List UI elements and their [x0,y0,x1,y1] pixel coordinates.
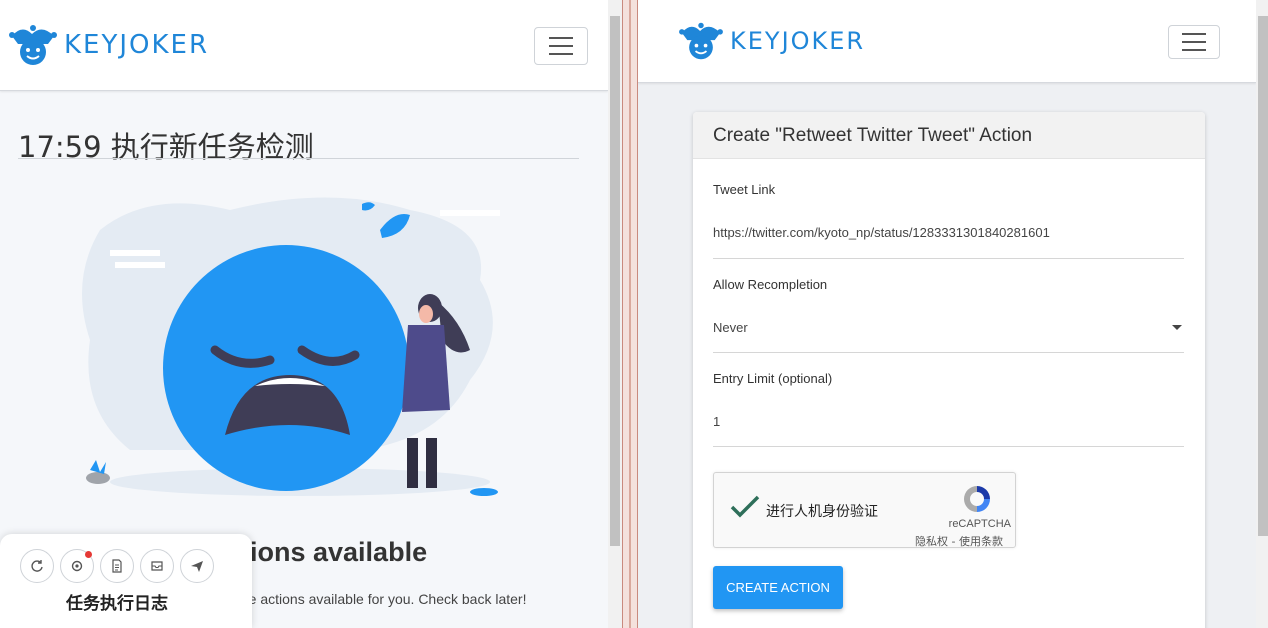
allow-recompletion-field[interactable]: Allow Recompletion Never [713,277,1184,355]
notification-dot [85,551,92,558]
left-browser-pane: KEYJOKER 17:59 执行新任务检测 ions available re [0,0,622,628]
tweet-link-field[interactable]: Tweet Link https://twitter.com/kyoto_np/… [713,182,1184,260]
right-scrollbar[interactable] [1256,0,1268,628]
inbox-icon[interactable] [140,549,174,583]
right-browser-pane: KEYJOKER Create "Retweet Twitter Tweet" … [638,0,1268,628]
keyjoker-logo[interactable]: KEYJOKER [678,20,865,62]
title-divider [18,158,579,159]
jester-icon [679,22,723,60]
keyjoker-logo[interactable]: KEYJOKER [8,22,209,68]
task-log-title: 任务执行日志 [66,594,168,614]
settings-icon[interactable] [60,549,94,583]
entry-limit-label: Entry Limit (optional) [713,371,833,386]
recaptcha-links[interactable]: 隐私权 - 使用条款 [915,533,1003,549]
brand-name: KEYJOKER [64,30,210,60]
task-log-panel: 任务执行日志 [0,534,252,628]
checkmark-icon[interactable] [730,495,760,519]
left-scrollbar[interactable] [608,0,622,628]
window-divider[interactable] [622,0,638,628]
allow-recompletion-label: Allow Recompletion [713,277,828,292]
hamburger-icon [549,37,573,39]
scrollbar-thumb[interactable] [610,16,620,546]
menu-toggle-button[interactable] [534,27,588,65]
entry-limit-field[interactable]: Entry Limit (optional) 1 [713,371,1184,449]
refresh-icon[interactable] [20,549,54,583]
scrollbar-thumb[interactable] [1258,16,1268,536]
chevron-down-icon[interactable] [1172,325,1182,330]
card-header: Create "Retweet Twitter Tweet" Action [693,112,1205,159]
allow-recompletion-select[interactable]: Never [713,320,748,335]
card-title: Create "Retweet Twitter Tweet" Action [713,125,1033,146]
jester-icon [9,25,57,65]
captcha-label: 进行人机身份验证 [766,504,878,520]
no-actions-message: re actions available for you. Check back… [244,591,527,607]
right-header: KEYJOKER [638,0,1256,83]
entry-limit-input[interactable]: 1 [713,414,720,429]
log-toolbar [20,549,214,583]
tweet-link-label: Tweet Link [713,182,776,197]
sad-emoji-illustration [82,197,500,496]
hamburger-icon [1182,33,1206,35]
tweet-link-input[interactable]: https://twitter.com/kyoto_np/status/1283… [713,225,1050,240]
left-header: KEYJOKER [0,0,608,91]
recaptcha-brand: reCAPTCHA [948,518,1011,530]
recaptcha-widget[interactable]: 进行人机身份验证 reCAPTCHA 隐私权 - 使用条款 [713,472,1016,548]
recaptcha-logo-icon [964,486,990,512]
page-title: 17:59 执行新任务检测 [18,130,314,164]
no-actions-heading: ions available [250,537,428,567]
menu-toggle-button[interactable] [1168,25,1220,59]
create-action-button[interactable]: CREATE ACTION [713,566,843,609]
send-icon[interactable] [180,549,214,583]
brand-name: KEYJOKER [730,27,866,55]
document-icon[interactable] [100,549,134,583]
create-action-card: Create "Retweet Twitter Tweet" Action Tw… [693,112,1205,628]
